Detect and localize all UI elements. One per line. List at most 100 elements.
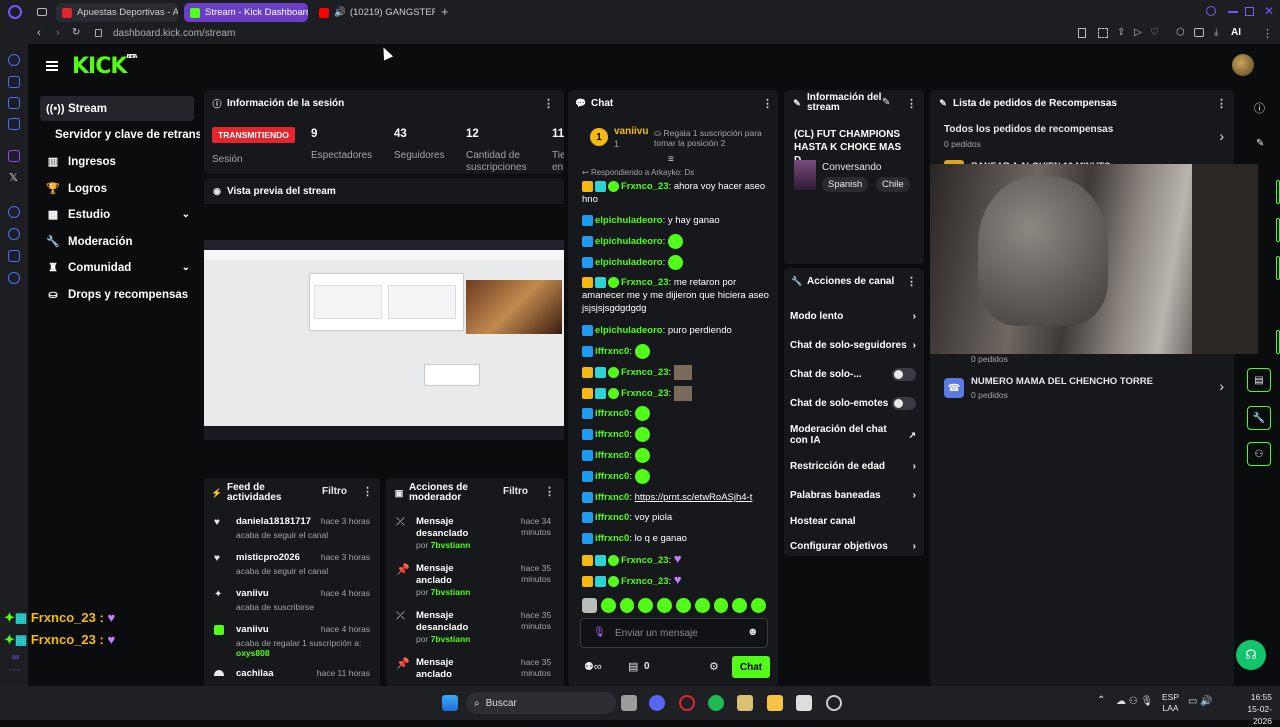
nav-logros[interactable]: 🏆 Logros xyxy=(40,176,194,201)
chat-message[interactable]: elpichuladeoro: xyxy=(582,234,772,249)
chat-user[interactable]: Frxnco_23 xyxy=(621,181,669,192)
chat-message[interactable]: iffrxnc0: https://prnt.sc/etwRoASjh4-t xyxy=(582,491,772,504)
mod-menu-icon[interactable]: ⋮ xyxy=(544,485,555,498)
extensions-icon[interactable]: ⬡ xyxy=(1176,27,1185,38)
emote-icon[interactable] xyxy=(638,598,654,613)
chat-user[interactable]: iffrxnc0 xyxy=(595,408,629,419)
chat-user[interactable]: elpichuladeoro xyxy=(595,257,663,268)
mod-user[interactable]: 7bvstiann xyxy=(431,587,471,597)
task-view-icon[interactable] xyxy=(621,695,637,711)
expand-pinned-icon[interactable]: ≡ xyxy=(668,154,674,165)
chat-message[interactable]: Frxnco_23: ahora voy hacer aseo hno xyxy=(582,180,772,206)
search-tabs-icon[interactable] xyxy=(1206,6,1216,16)
tools-icon[interactable]: 🔧 xyxy=(1247,406,1271,430)
chat-message[interactable]: elpichuladeoro: puro perdiendo xyxy=(582,324,772,337)
info-rail-icon[interactable]: ⓘ xyxy=(1254,100,1265,116)
rail-partial-icon[interactable] xyxy=(1276,218,1280,242)
avatar[interactable] xyxy=(1232,54,1254,76)
chat-user[interactable]: iffrxnc0 xyxy=(595,471,629,482)
new-tab-icon[interactable]: + xyxy=(441,4,449,19)
tab-kick-dashboard[interactable]: Stream - Kick Dashboard xyxy=(184,3,308,22)
maximize-icon[interactable] xyxy=(1245,7,1254,16)
ai-moderation-item[interactable]: Moderación del chat con IA ↗ xyxy=(790,420,916,450)
chat-link[interactable]: https://prnt.sc/etwRoASjh4-t xyxy=(635,492,753,503)
chat-user[interactable]: iffrxnc0 xyxy=(595,346,629,357)
minimize-icon[interactable] xyxy=(1228,11,1238,13)
slow-mode-item[interactable]: Modo lento › xyxy=(790,304,916,328)
close-window-icon[interactable]: ✕ xyxy=(1264,4,1274,18)
rail-partial-icon[interactable] xyxy=(1276,180,1280,204)
chat-user[interactable]: iffrxnc0 xyxy=(595,450,629,461)
emote-icon[interactable] xyxy=(694,598,710,613)
sidebar-history-icon[interactable] xyxy=(8,228,20,240)
discord-icon[interactable] xyxy=(649,695,665,711)
tab-list-icon[interactable] xyxy=(37,8,47,16)
subs-only-item[interactable]: Chat de solo-... xyxy=(790,362,916,386)
chat-message[interactable]: iffrxnc0: voy piola xyxy=(582,511,772,524)
chat-message[interactable]: Frxnco_23: xyxy=(582,386,772,401)
emotes-only-toggle[interactable] xyxy=(892,396,916,410)
nav-server-key[interactable]: Servidor y clave de retransmisión xyxy=(40,122,200,147)
chat-menu-icon[interactable]: ⋮ xyxy=(762,97,773,110)
chat-message[interactable]: iffrxnc0: lo q e ganao xyxy=(582,532,772,545)
gift-text[interactable]: ⛀ Regala 1 suscripción para tomar la pos… xyxy=(654,128,766,148)
clock[interactable]: 16:55 15-02-2026 xyxy=(1230,691,1272,727)
mic-icon[interactable]: 🎙 xyxy=(593,627,606,638)
feed-extra[interactable]: oxys808 xyxy=(236,648,370,658)
share-nodes-icon[interactable]: ⚇ xyxy=(1247,442,1271,466)
hamburger-menu-icon[interactable] xyxy=(46,61,58,71)
edit-icon[interactable]: ✎ xyxy=(882,97,890,108)
nav-drops[interactable]: ⛀ Drops y recompensas xyxy=(40,282,194,307)
age-restriction-item[interactable]: Restricción de edad › xyxy=(790,454,916,478)
back-icon[interactable]: ‹ xyxy=(37,27,41,39)
kick-logo[interactable]: KICKBETA xyxy=(72,54,138,79)
sidebar-m-icon[interactable] xyxy=(8,118,20,130)
nav-comunidad[interactable]: ♜ Comunidad ⌄ xyxy=(40,255,194,280)
emote-icon[interactable] xyxy=(582,598,597,613)
forward-icon[interactable]: › xyxy=(56,27,60,39)
reload-icon[interactable]: ↻ xyxy=(72,27,80,38)
mod-filter-button[interactable]: Filtro xyxy=(503,486,528,497)
nav-moderacion[interactable]: 🔧 Moderación xyxy=(40,229,194,254)
all-rewards-row[interactable]: Todos los pedidos de recompensas 0 pedid… xyxy=(944,124,1224,152)
rail-partial-icon[interactable] xyxy=(1276,256,1280,280)
chat-message[interactable]: iffrxnc0: xyxy=(582,427,772,442)
network-volume-icons[interactable]: ▭ 🔊 xyxy=(1188,696,1213,707)
chat-user[interactable]: elpichuladeoro xyxy=(595,215,663,226)
tray-icons[interactable]: ☁ ⚇ 🎙 xyxy=(1116,696,1153,707)
tab-youtube[interactable]: 🔊 (10219) GANGSTER EN xyxy=(313,3,435,22)
chat-message[interactable]: iffrxnc0: xyxy=(582,344,772,359)
chat-message[interactable]: iffrxnc0: xyxy=(582,469,772,484)
chat-user[interactable]: iffrxnc0 xyxy=(595,512,629,523)
bookmark-icon[interactable] xyxy=(1078,28,1086,38)
tray-chevron-icon[interactable]: ⌃ xyxy=(1097,695,1105,706)
emote-icon[interactable] xyxy=(600,598,616,613)
help-support-icon[interactable]: ☊ xyxy=(1236,640,1266,670)
chat-user[interactable]: iffrxnc0 xyxy=(595,429,629,440)
reward-row[interactable]: ☎ NUMERO MAMA DEL CHENCHO TORRE 0 pedido… xyxy=(944,376,1224,406)
language-indicator[interactable]: ESP LAA xyxy=(1162,692,1179,714)
chat-message[interactable]: Frxnco_23: me retaron por amanecer me y … xyxy=(582,276,772,315)
tab-apuestas[interactable]: Apuestas Deportivas - Ap xyxy=(56,3,178,22)
emote-icon[interactable] xyxy=(751,598,766,613)
taskbar-search[interactable]: ⌕ Buscar xyxy=(466,692,616,714)
emote-icon[interactable] xyxy=(732,598,748,613)
session-menu-icon[interactable]: ⋮ xyxy=(543,97,554,110)
wallet-icon[interactable] xyxy=(1194,28,1204,37)
chat-message[interactable]: iffrxnc0: xyxy=(582,448,772,463)
opera-taskbar-icon[interactable] xyxy=(679,695,695,711)
followers-only-item[interactable]: Chat de solo-seguidores › xyxy=(790,333,916,357)
chat-message[interactable]: elpichuladeoro: y hay ganao xyxy=(582,214,772,227)
queue-icon[interactable]: ▤ xyxy=(1247,368,1271,392)
mod-user[interactable]: 7bvstiann xyxy=(431,634,471,644)
steam-icon[interactable] xyxy=(826,695,842,711)
emote-bar[interactable] xyxy=(582,598,766,614)
chat-user[interactable]: iffrxnc0 xyxy=(595,492,629,503)
app-icon[interactable] xyxy=(737,695,753,711)
heart-icon[interactable]: ♡ xyxy=(1150,27,1159,38)
rewards-menu-icon[interactable]: ⋮ xyxy=(1216,97,1227,110)
sidebar-cube-icon[interactable] xyxy=(8,250,20,262)
tag-chile[interactable]: Chile xyxy=(876,177,910,192)
send-chat-button[interactable]: Chat xyxy=(732,656,770,678)
banned-words-item[interactable]: Palabras baneadas › xyxy=(790,483,916,507)
